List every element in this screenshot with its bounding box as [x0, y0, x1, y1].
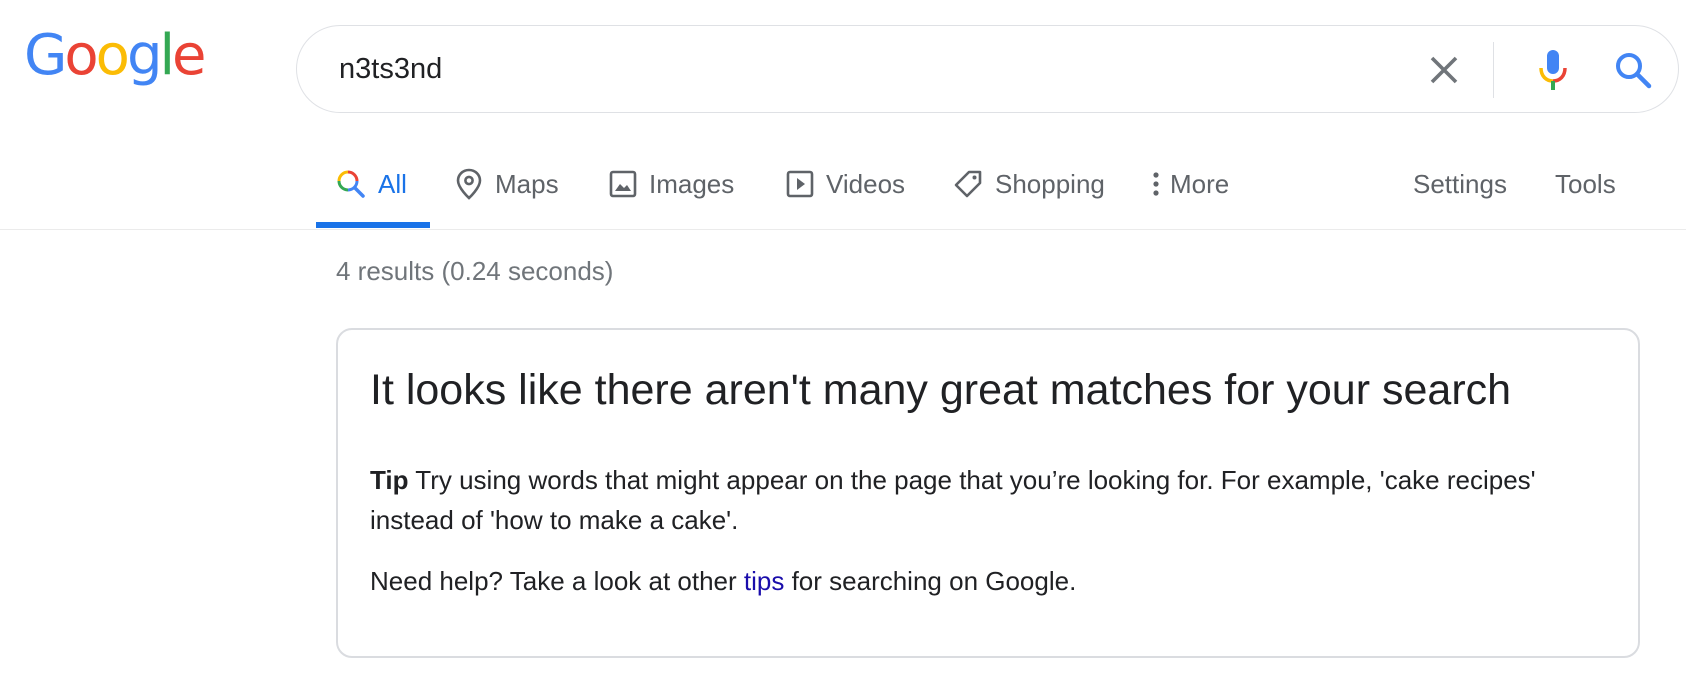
- settings-label: Settings: [1413, 168, 1507, 199]
- search-tabs: All Maps Images Videos Shopping More Set…: [0, 150, 1686, 230]
- map-pin-icon: [455, 168, 483, 200]
- settings-link[interactable]: Settings: [1413, 164, 1507, 204]
- logo-letter: G: [24, 23, 67, 88]
- logo-letter: o: [95, 23, 130, 88]
- card-title: It looks like there aren't many great ma…: [370, 366, 1512, 414]
- result-stats: 4 results (0.24 seconds): [336, 256, 614, 286]
- tip-text: Try using words that might appear on the…: [370, 465, 1536, 535]
- more-vertical-icon: [1152, 170, 1160, 198]
- logo-letter: o: [64, 23, 98, 88]
- no-results-card: It looks like there aren't many great ma…: [336, 328, 1640, 658]
- help-prefix: Need help? Take a look at other: [370, 566, 744, 596]
- tab-shopping-label: Shopping: [995, 168, 1105, 199]
- card-tip: Tip Try using words that might appear on…: [370, 460, 1590, 540]
- tab-maps[interactable]: Maps: [455, 164, 559, 204]
- tab-more[interactable]: More: [1152, 164, 1229, 204]
- tools-label: Tools: [1555, 168, 1616, 199]
- search-input[interactable]: [339, 46, 1339, 92]
- tips-link[interactable]: tips: [744, 566, 784, 596]
- tab-all[interactable]: All: [336, 164, 407, 204]
- search-results-page: Google n3ts3nd All Maps Images Videos Sh…: [0, 0, 1686, 682]
- search-icon: [1616, 53, 1652, 89]
- tag-icon: [953, 169, 983, 199]
- voice-search-button[interactable]: [1529, 46, 1577, 94]
- video-icon: [786, 170, 814, 198]
- tab-videos[interactable]: Videos: [786, 164, 905, 204]
- search-multicolor-icon: [336, 169, 366, 199]
- tabs-divider: [0, 229, 1686, 230]
- image-icon: [609, 170, 637, 198]
- close-icon: [1430, 56, 1458, 84]
- google-logo[interactable]: Google: [24, 23, 207, 88]
- tab-shopping[interactable]: Shopping: [953, 164, 1105, 204]
- search-submit-button[interactable]: [1609, 46, 1657, 94]
- tab-videos-label: Videos: [826, 168, 906, 199]
- card-help: Need help? Take a look at other tips for…: [370, 566, 1076, 597]
- logo-letter: l: [159, 23, 174, 88]
- search-box-divider: [1493, 42, 1494, 98]
- tip-label: Tip: [370, 465, 409, 495]
- tab-maps-label: Maps: [495, 168, 559, 199]
- search-box: [296, 25, 1679, 113]
- tab-more-label: More: [1170, 168, 1230, 199]
- logo-letter: e: [172, 23, 206, 88]
- tab-images-label: Images: [649, 168, 735, 199]
- tab-images[interactable]: Images: [609, 164, 734, 204]
- tab-all-label: All: [378, 168, 407, 199]
- microphone-icon: [1539, 50, 1567, 90]
- tools-link[interactable]: Tools: [1555, 164, 1616, 204]
- clear-search-button[interactable]: [1421, 47, 1467, 93]
- active-tab-indicator: [316, 222, 430, 228]
- logo-letter: g: [126, 23, 163, 88]
- help-suffix: for searching on Google.: [784, 566, 1077, 596]
